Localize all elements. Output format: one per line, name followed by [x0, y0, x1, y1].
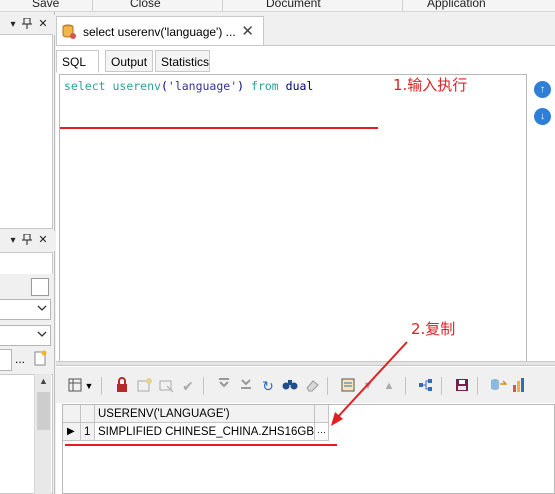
pin-icon[interactable] — [21, 17, 33, 31]
binoculars-icon[interactable] — [281, 377, 299, 395]
dropdown-icon[interactable]: ▾ — [7, 234, 19, 247]
ribbon-close-label[interactable]: Close — [130, 0, 161, 10]
panel-header-bottom: ▾ ✕ — [0, 231, 55, 251]
results-grid[interactable]: USERENV('LANGUAGE') ▶ 1 SIMPLIFIED CHINE… — [62, 404, 555, 494]
insert-record-icon[interactable] — [135, 377, 153, 395]
chevron-down-icon — [37, 303, 47, 315]
arrow-down-icon[interactable]: ↓ — [534, 108, 551, 125]
scroll-up-icon[interactable]: ▲ — [39, 376, 48, 386]
underline-annotation — [60, 127, 378, 129]
annotation-step2: 2.复制 — [411, 320, 456, 338]
toolbar-separator — [477, 377, 478, 395]
refresh-icon[interactable]: ↻ — [259, 377, 277, 395]
delete-record-icon[interactable] — [157, 377, 175, 395]
grid-corner — [63, 405, 81, 423]
document-tab[interactable]: select userenv('language') ... ✕ — [56, 16, 264, 46]
chart-icon[interactable] — [509, 377, 527, 395]
first-record-icon[interactable] — [215, 377, 233, 395]
post-changes-icon[interactable]: ✔ — [179, 377, 197, 395]
export-icon[interactable] — [489, 377, 508, 395]
ribbon-save-label[interactable]: Save — [32, 0, 59, 10]
dropdown-icon[interactable]: ▾ — [7, 18, 19, 31]
last-record-icon[interactable] — [237, 377, 255, 395]
object-type-select[interactable] — [0, 299, 51, 320]
ribbon-bar: Save Close Document Application — [0, 0, 555, 12]
toolbar-separator — [101, 377, 102, 395]
database-icon — [62, 24, 76, 40]
underline-annotation — [65, 444, 337, 446]
save-icon[interactable] — [453, 377, 471, 395]
dropdown-arrow-icon[interactable]: ▼ — [84, 377, 94, 395]
sql-string: 'language' — [167, 79, 238, 93]
ribbon-separator — [402, 0, 403, 11]
grid-options-icon[interactable] — [66, 377, 84, 395]
sql-paren-open: ( — [160, 79, 168, 93]
close-icon[interactable]: ✕ — [37, 234, 49, 247]
new-file-icon[interactable] — [33, 350, 47, 369]
tab-statistics[interactable]: Statistics — [155, 50, 210, 72]
results-toolbar: ▼ ✔ ↻ ▼ ▲ — [56, 367, 555, 403]
result-cell[interactable]: SIMPLIFIED CHINESE_CHINA.ZHS16GBK — [95, 423, 315, 441]
row-number: 1 — [81, 423, 95, 441]
annotation-step1: 1.输入执行 — [393, 76, 468, 94]
eraser-icon[interactable] — [303, 377, 321, 395]
tab-output[interactable]: Output — [105, 50, 153, 72]
sql-function: userenv — [112, 79, 161, 93]
tab-sql[interactable]: SQL — [56, 50, 99, 73]
search-input[interactable] — [0, 349, 12, 371]
sql-paren-close: ) — [237, 79, 245, 93]
browse-button[interactable]: ... — [15, 352, 25, 366]
sql-statement: select userenv('language') from dual — [64, 79, 313, 93]
toolbar-separator — [203, 377, 204, 395]
toolbar-separator — [441, 377, 442, 395]
query-plan-icon[interactable] — [417, 377, 435, 395]
annotation-arrow — [331, 341, 408, 426]
arrow-up-icon[interactable]: ↑ — [534, 81, 551, 98]
lock-icon[interactable] — [113, 377, 131, 395]
chevron-down-icon — [37, 329, 47, 341]
close-icon[interactable]: ✕ — [37, 18, 49, 31]
document-tab-title: select userenv('language') ... — [83, 25, 236, 39]
splitter-handle[interactable] — [56, 361, 555, 366]
scrollbar[interactable]: ▲ — [34, 374, 51, 494]
panel-header-top: ▾ ✕ — [0, 15, 55, 35]
ribbon-application-label[interactable]: Application — [427, 0, 486, 10]
ribbon-separator — [222, 0, 223, 11]
column-header[interactable]: USERENV('LANGUAGE') — [95, 405, 315, 423]
sql-editor[interactable]: select userenv('language') from dual 1.输… — [59, 74, 527, 364]
grid-corner-num — [81, 405, 95, 423]
ribbon-document-label[interactable]: Document — [266, 0, 321, 10]
pin-icon[interactable] — [21, 233, 33, 247]
row-indicator: ▶ — [63, 423, 81, 441]
filter-checkbox[interactable] — [31, 278, 49, 296]
sql-keyword-select: select — [64, 79, 106, 93]
owner-select[interactable] — [0, 325, 51, 346]
sql-keyword-from: from — [251, 79, 279, 93]
object-browser-pane[interactable] — [0, 34, 53, 229]
filter-area — [0, 252, 53, 274]
ribbon-separator — [92, 0, 93, 11]
close-icon[interactable]: ✕ — [241, 22, 254, 40]
sql-table: dual — [285, 79, 314, 93]
scroll-thumb[interactable] — [37, 392, 50, 430]
left-panel: ▾ ✕ ▾ ✕ ... ▲ — [0, 12, 55, 494]
